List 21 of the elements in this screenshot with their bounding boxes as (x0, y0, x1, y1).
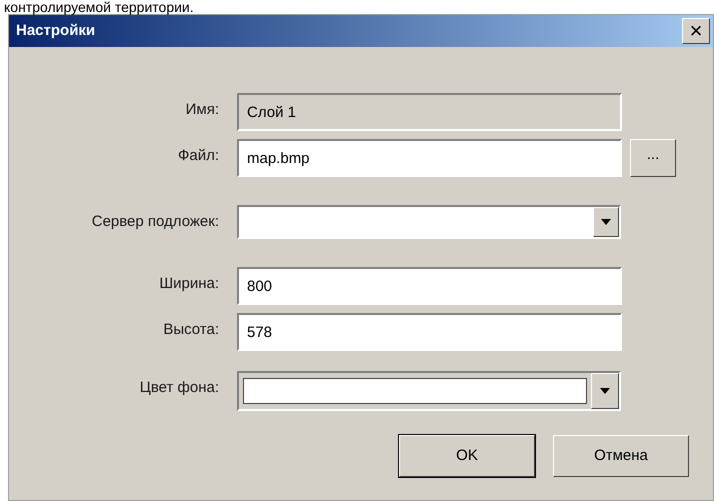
field-label: Сервер подложек: (90, 212, 220, 232)
text-field[interactable]: 800 (237, 267, 622, 305)
dialog-button[interactable]: OK (399, 435, 535, 477)
text-field[interactable]: map.bmp (237, 139, 622, 177)
page-text: контролируемой территории. (3, 0, 195, 14)
window-title: Настройки (15, 20, 96, 41)
browse-button[interactable]: ... (630, 139, 676, 177)
field-label: Файл: (176, 146, 220, 166)
color-picker-field[interactable] (237, 371, 621, 411)
text-field[interactable]: 578 (237, 313, 622, 351)
dialog-button[interactable]: Отмена (553, 435, 689, 477)
dropdown-arrow-icon (600, 388, 610, 394)
dropdown-button[interactable] (591, 373, 619, 409)
field-label: Цвет фона: (138, 378, 220, 398)
field-label: Высота: (162, 320, 220, 340)
dropdown-field[interactable] (237, 205, 621, 239)
dropdown-button[interactable] (593, 207, 619, 237)
dropdown-arrow-icon (601, 219, 611, 225)
field-label: Ширина: (158, 274, 220, 294)
field-label: Имя: (184, 100, 220, 120)
close-button[interactable]: × (682, 18, 710, 44)
